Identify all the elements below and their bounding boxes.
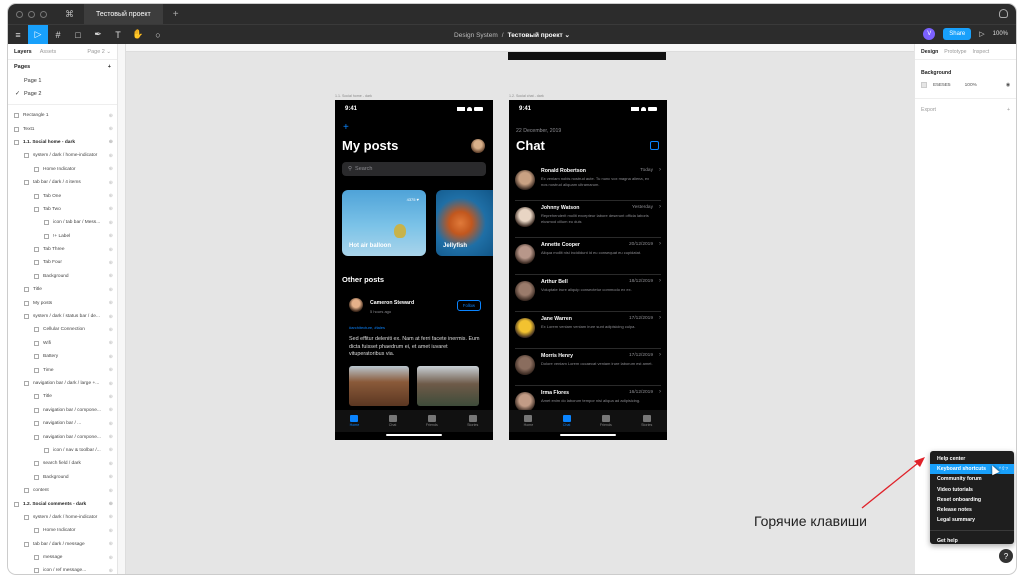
arrow-line [861, 462, 919, 509]
annotation-arrow [861, 457, 925, 509]
annotation-caption: Горячие клавиши [754, 513, 867, 529]
